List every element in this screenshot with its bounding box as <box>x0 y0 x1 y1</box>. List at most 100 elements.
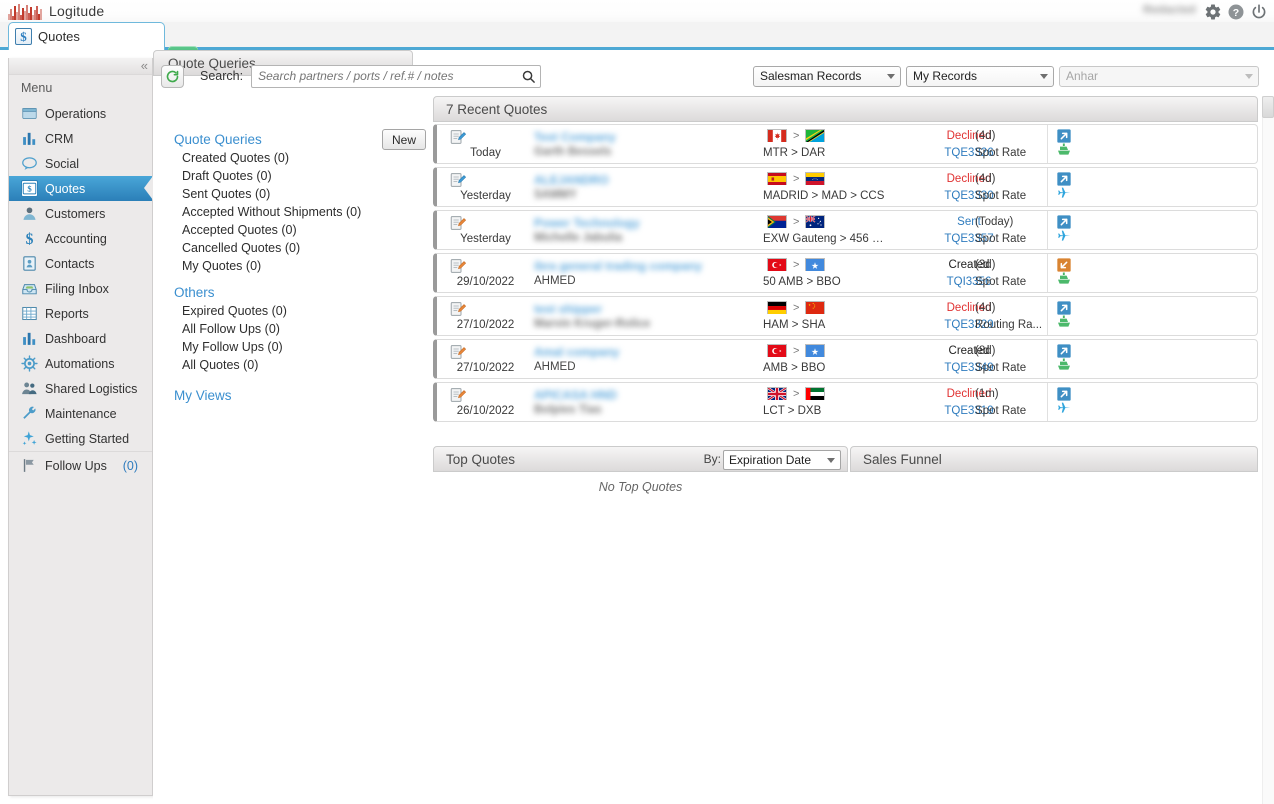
query-item[interactable]: All Follow Ups (0) <box>168 320 428 338</box>
quote-status-cell: Created TQE3349 <box>889 340 993 378</box>
sea-freight-green-icon[interactable] <box>1056 357 1072 376</box>
sea-freight-green-icon[interactable] <box>1056 271 1072 290</box>
query-item[interactable]: Created Quotes (0) <box>168 149 428 167</box>
my-views-link[interactable]: My Views <box>168 374 428 403</box>
sales-funnel-title: Sales Funnel <box>850 446 1258 472</box>
quote-edit-orange-icon[interactable] <box>449 343 467 364</box>
others-group-title[interactable]: Others <box>168 275 428 302</box>
sidebar-item-quotes[interactable]: $ Quotes <box>9 176 153 201</box>
sidebar-item-label: Follow Ups <box>45 458 107 473</box>
sidebar-item-accounting[interactable]: $ Accounting <box>9 226 152 251</box>
magnifier-icon[interactable] <box>521 69 536 87</box>
sea-freight-green-icon[interactable] <box>1056 314 1072 333</box>
quote-edit-orange-icon[interactable] <box>449 214 467 235</box>
sidebar-item-customers[interactable]: Customers <box>9 201 152 226</box>
sidebar-item-maintenance[interactable]: Maintenance <box>9 401 152 426</box>
svg-text:$: $ <box>26 231 34 247</box>
quote-party-name[interactable]: Power Technology <box>534 216 640 230</box>
quote-row[interactable]: 27/10/2022 test shipper Marvin Kruger-Roli… <box>433 296 1258 336</box>
quote-ports: EXW Gauteng > 456 >... <box>763 233 887 245</box>
person-select[interactable]: Anhar <box>1059 66 1259 87</box>
quote-party-name[interactable]: Amal company <box>534 345 619 359</box>
query-item[interactable]: Expired Quotes (0) <box>168 302 428 320</box>
main-scrollbar-track[interactable] <box>1262 96 1274 804</box>
search-input[interactable] <box>252 65 521 87</box>
query-item[interactable]: Draft Quotes (0) <box>168 167 428 185</box>
main-scrollbar-thumb[interactable] <box>1262 96 1274 118</box>
sea-freight-green-icon[interactable] <box>1056 142 1072 161</box>
help-icon[interactable]: ? <box>1227 3 1245 21</box>
quote-rate-type: Spot Rate <box>975 362 1027 374</box>
query-item[interactable]: All Quotes (0) <box>168 356 428 374</box>
air-freight-blue-icon[interactable] <box>1056 185 1072 204</box>
sidebar-item-reports[interactable]: Reports <box>9 301 152 326</box>
new-query-button[interactable]: New <box>382 129 426 150</box>
sidebar-header: « <box>9 58 152 75</box>
sidebar-item-social[interactable]: Social <box>9 151 152 176</box>
sidebar-item-getting-started[interactable]: Getting Started <box>9 426 152 451</box>
air-freight-blue-icon[interactable] <box>1056 228 1072 247</box>
sidebar-item-automations[interactable]: Automations <box>9 351 152 376</box>
quote-expiry-cell: (4d) Routing Ra... <box>969 297 1047 335</box>
gear-icon[interactable] <box>1204 3 1222 21</box>
records-select[interactable]: My Records <box>906 66 1054 87</box>
query-item[interactable]: Accepted Without Shipments (0) <box>168 203 428 221</box>
quote-edit-blue-icon[interactable] <box>449 128 467 149</box>
quote-party-cell: ibra general trading company AHMED <box>532 254 761 292</box>
quote-party-cell: Amal company AHMED <box>532 340 761 378</box>
refresh-icon[interactable] <box>161 64 184 88</box>
top-quotes-by-select[interactable]: Expiration Date <box>723 450 841 470</box>
quote-expiry: (1m) <box>975 388 999 400</box>
air-freight-blue-icon[interactable] <box>1056 400 1072 419</box>
quote-row[interactable]: 29/10/2022 ibra general trading company AH… <box>433 253 1258 293</box>
quote-party-name[interactable]: Test Company <box>534 130 616 144</box>
query-item[interactable]: My Follow Ups (0) <box>168 338 428 356</box>
quote-icons-cell <box>1047 254 1257 292</box>
sidebar-item-dashboard[interactable]: Dashboard <box>9 326 152 351</box>
sidebar-item-filing-inbox[interactable]: Filing Inbox <box>9 276 152 301</box>
query-item[interactable]: Cancelled Quotes (0) <box>168 239 428 257</box>
search-label: Search: <box>200 69 244 83</box>
scope-select[interactable]: Salesman Records <box>753 66 901 87</box>
quote-edit-orange-icon[interactable] <box>449 300 467 321</box>
quote-edit-orange-icon[interactable] <box>449 257 467 278</box>
quote-edit-orange-icon[interactable] <box>449 386 467 407</box>
quote-row[interactable]: Yesterday Power Technology Michelle Jabuli… <box>433 210 1258 250</box>
power-icon[interactable] <box>1250 3 1268 21</box>
quote-party-name[interactable]: ibra general trading company <box>534 259 702 273</box>
quote-party-name[interactable]: test shipper <box>534 302 602 316</box>
chevron-down-icon <box>827 458 835 463</box>
sidebar-item-crm[interactable]: CRM <box>9 126 152 151</box>
sidebar-item-follow-ups[interactable]: Follow Ups (0) <box>9 451 152 479</box>
sidebar-item-label: Operations <box>45 106 107 121</box>
collapse-sidebar-button[interactable]: « <box>141 58 148 73</box>
tab-quotes[interactable]: $ Quotes <box>8 22 165 50</box>
quote-date: Yesterday <box>460 190 511 202</box>
sidebar-item-operations[interactable]: Operations <box>9 101 152 126</box>
quote-party-name[interactable]: ALEJANDRO <box>534 173 609 187</box>
quote-route-cell: > HAM > SHA <box>761 297 889 335</box>
query-item[interactable]: Sent Quotes (0) <box>168 185 428 203</box>
quote-icons-cell <box>1047 297 1257 335</box>
quote-party-cell: Test Company Garth Bessels <box>532 125 761 163</box>
sidebar: « Menu Operations CRM Social $ Quotes Custome… <box>8 58 153 796</box>
recent-quotes-title: 7 Recent Quotes <box>433 96 1258 122</box>
sidebar-nav-list: Operations CRM Social $ Quotes Customers $ Acco… <box>9 101 153 451</box>
quote-expiry: (4d) <box>975 130 996 142</box>
query-item[interactable]: Accepted Quotes (0) <box>168 221 428 239</box>
quote-expiry: (4d) <box>975 302 996 314</box>
query-item[interactable]: My Quotes (0) <box>168 257 428 275</box>
quote-row[interactable]: Today Test Company Garth Bessels > MTR > DAR… <box>433 124 1258 164</box>
quote-party-cell: Power Technology Michelle Jabulia <box>532 211 761 249</box>
sidebar-item-shared-logistics[interactable]: Shared Logistics <box>9 376 152 401</box>
quote-row[interactable]: 26/10/2022 APICASA HND Bolpies Tias > LCT > … <box>433 382 1258 422</box>
svg-text:$: $ <box>27 184 32 194</box>
quote-edit-blue-icon[interactable] <box>449 171 467 192</box>
menu-label: Menu <box>21 81 53 95</box>
destination-flag-icon <box>805 387 826 400</box>
sidebar-item-contacts[interactable]: Contacts <box>9 251 152 276</box>
quote-row[interactable]: Yesterday ALEJANDRO SAMMY > MADRID > MAD > C… <box>433 167 1258 207</box>
quote-party-name[interactable]: APICASA HND <box>534 388 617 402</box>
sidebar-item-label: Shared Logistics <box>45 381 138 396</box>
quote-row[interactable]: 27/10/2022 Amal company AHMED > AMB > BBO Cre… <box>433 339 1258 379</box>
